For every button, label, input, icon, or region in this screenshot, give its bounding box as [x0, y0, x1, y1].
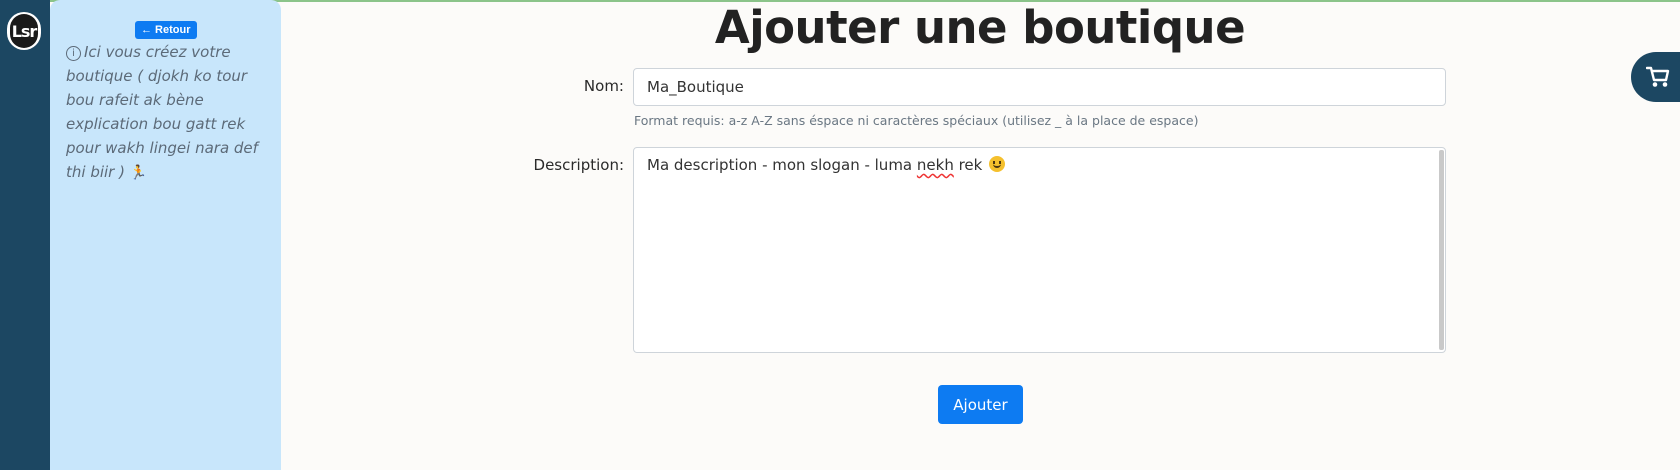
smiling-face-icon [989, 156, 1006, 172]
description-text-prefix: Ma description - mon slogan - luma [647, 156, 917, 174]
logo-text: Lsr [11, 22, 38, 41]
logo-avatar[interactable]: Lsr [7, 12, 41, 50]
name-label: Nom: [583, 77, 624, 95]
name-input[interactable]: Ma_Boutique [633, 68, 1446, 106]
description-text-suffix: rek [953, 156, 983, 174]
description-textarea[interactable]: Ma description - mon slogan - luma nekh … [633, 147, 1446, 353]
info-circle-icon: i [66, 46, 81, 61]
left-sidebar: Lsr [0, 0, 50, 470]
info-text-block: i Ici vous créez votre boutique ( djokh k… [66, 40, 271, 185]
running-person-icon: 🏃 [129, 165, 148, 181]
back-button[interactable]: ← Retour [135, 21, 197, 39]
shopping-cart-icon [1646, 66, 1670, 87]
textarea-scrollbar[interactable] [1439, 150, 1444, 350]
info-text: Ici vous créez votre boutique ( djokh ko… [66, 43, 258, 181]
cart-button[interactable] [1631, 52, 1680, 102]
name-format-hint: Format requis: a-z A-Z sans éspace ni ca… [634, 113, 1199, 128]
submit-button[interactable]: Ajouter [938, 385, 1023, 424]
description-label: Description: [533, 156, 624, 174]
description-text-misspelled: nekh [916, 156, 954, 174]
page-title: Ajouter une boutique [714, 1, 1246, 54]
